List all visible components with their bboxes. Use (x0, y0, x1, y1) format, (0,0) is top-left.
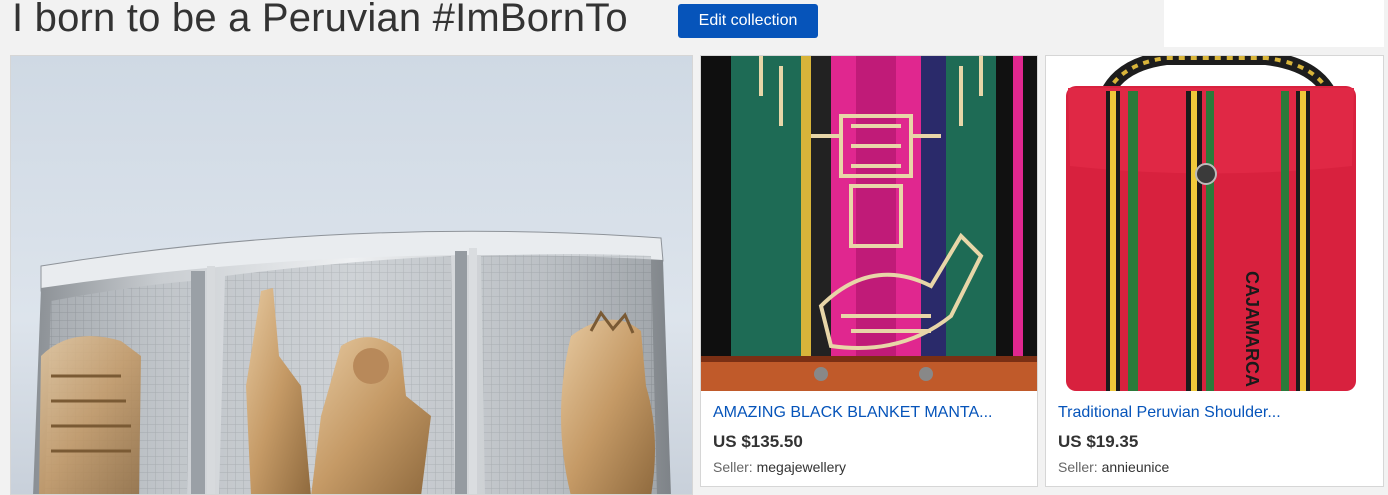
item-seller: Seller: annieunice (1058, 459, 1373, 475)
bag-print-text: CAJAMARCA (1242, 271, 1262, 387)
item-title-link[interactable]: Traditional Peruvian Shoulder... (1058, 404, 1373, 422)
featured-item-tile[interactable] (10, 55, 693, 495)
collection-title: I born to be a Peruvian #ImBornTo (12, 0, 628, 40)
blanket-image[interactable] (701, 56, 1037, 391)
item-title-link[interactable]: AMAZING BLACK BLANKET MANTA... (713, 404, 1027, 422)
seller-name[interactable]: megajewellery (757, 459, 846, 475)
item-price: US $135.50 (713, 432, 803, 451)
edit-collection-button[interactable]: Edit collection (678, 4, 818, 38)
item-card[interactable]: CAJAMARCA Traditional Peruvian Shoulder.… (1045, 55, 1384, 487)
seller-name[interactable]: annieunice (1102, 459, 1170, 475)
bracelet-image[interactable] (11, 56, 693, 495)
item-price: US $19.35 (1058, 432, 1139, 451)
header-blank-panel (1164, 0, 1384, 47)
item-seller: Seller: megajewellery (713, 459, 1027, 475)
item-card[interactable]: AMAZING BLACK BLANKET MANTA... US $135.5… (700, 55, 1038, 487)
shoulder-bag-image[interactable]: CAJAMARCA (1046, 56, 1383, 391)
seller-label: Seller: (1058, 459, 1098, 475)
seller-label: Seller: (713, 459, 753, 475)
